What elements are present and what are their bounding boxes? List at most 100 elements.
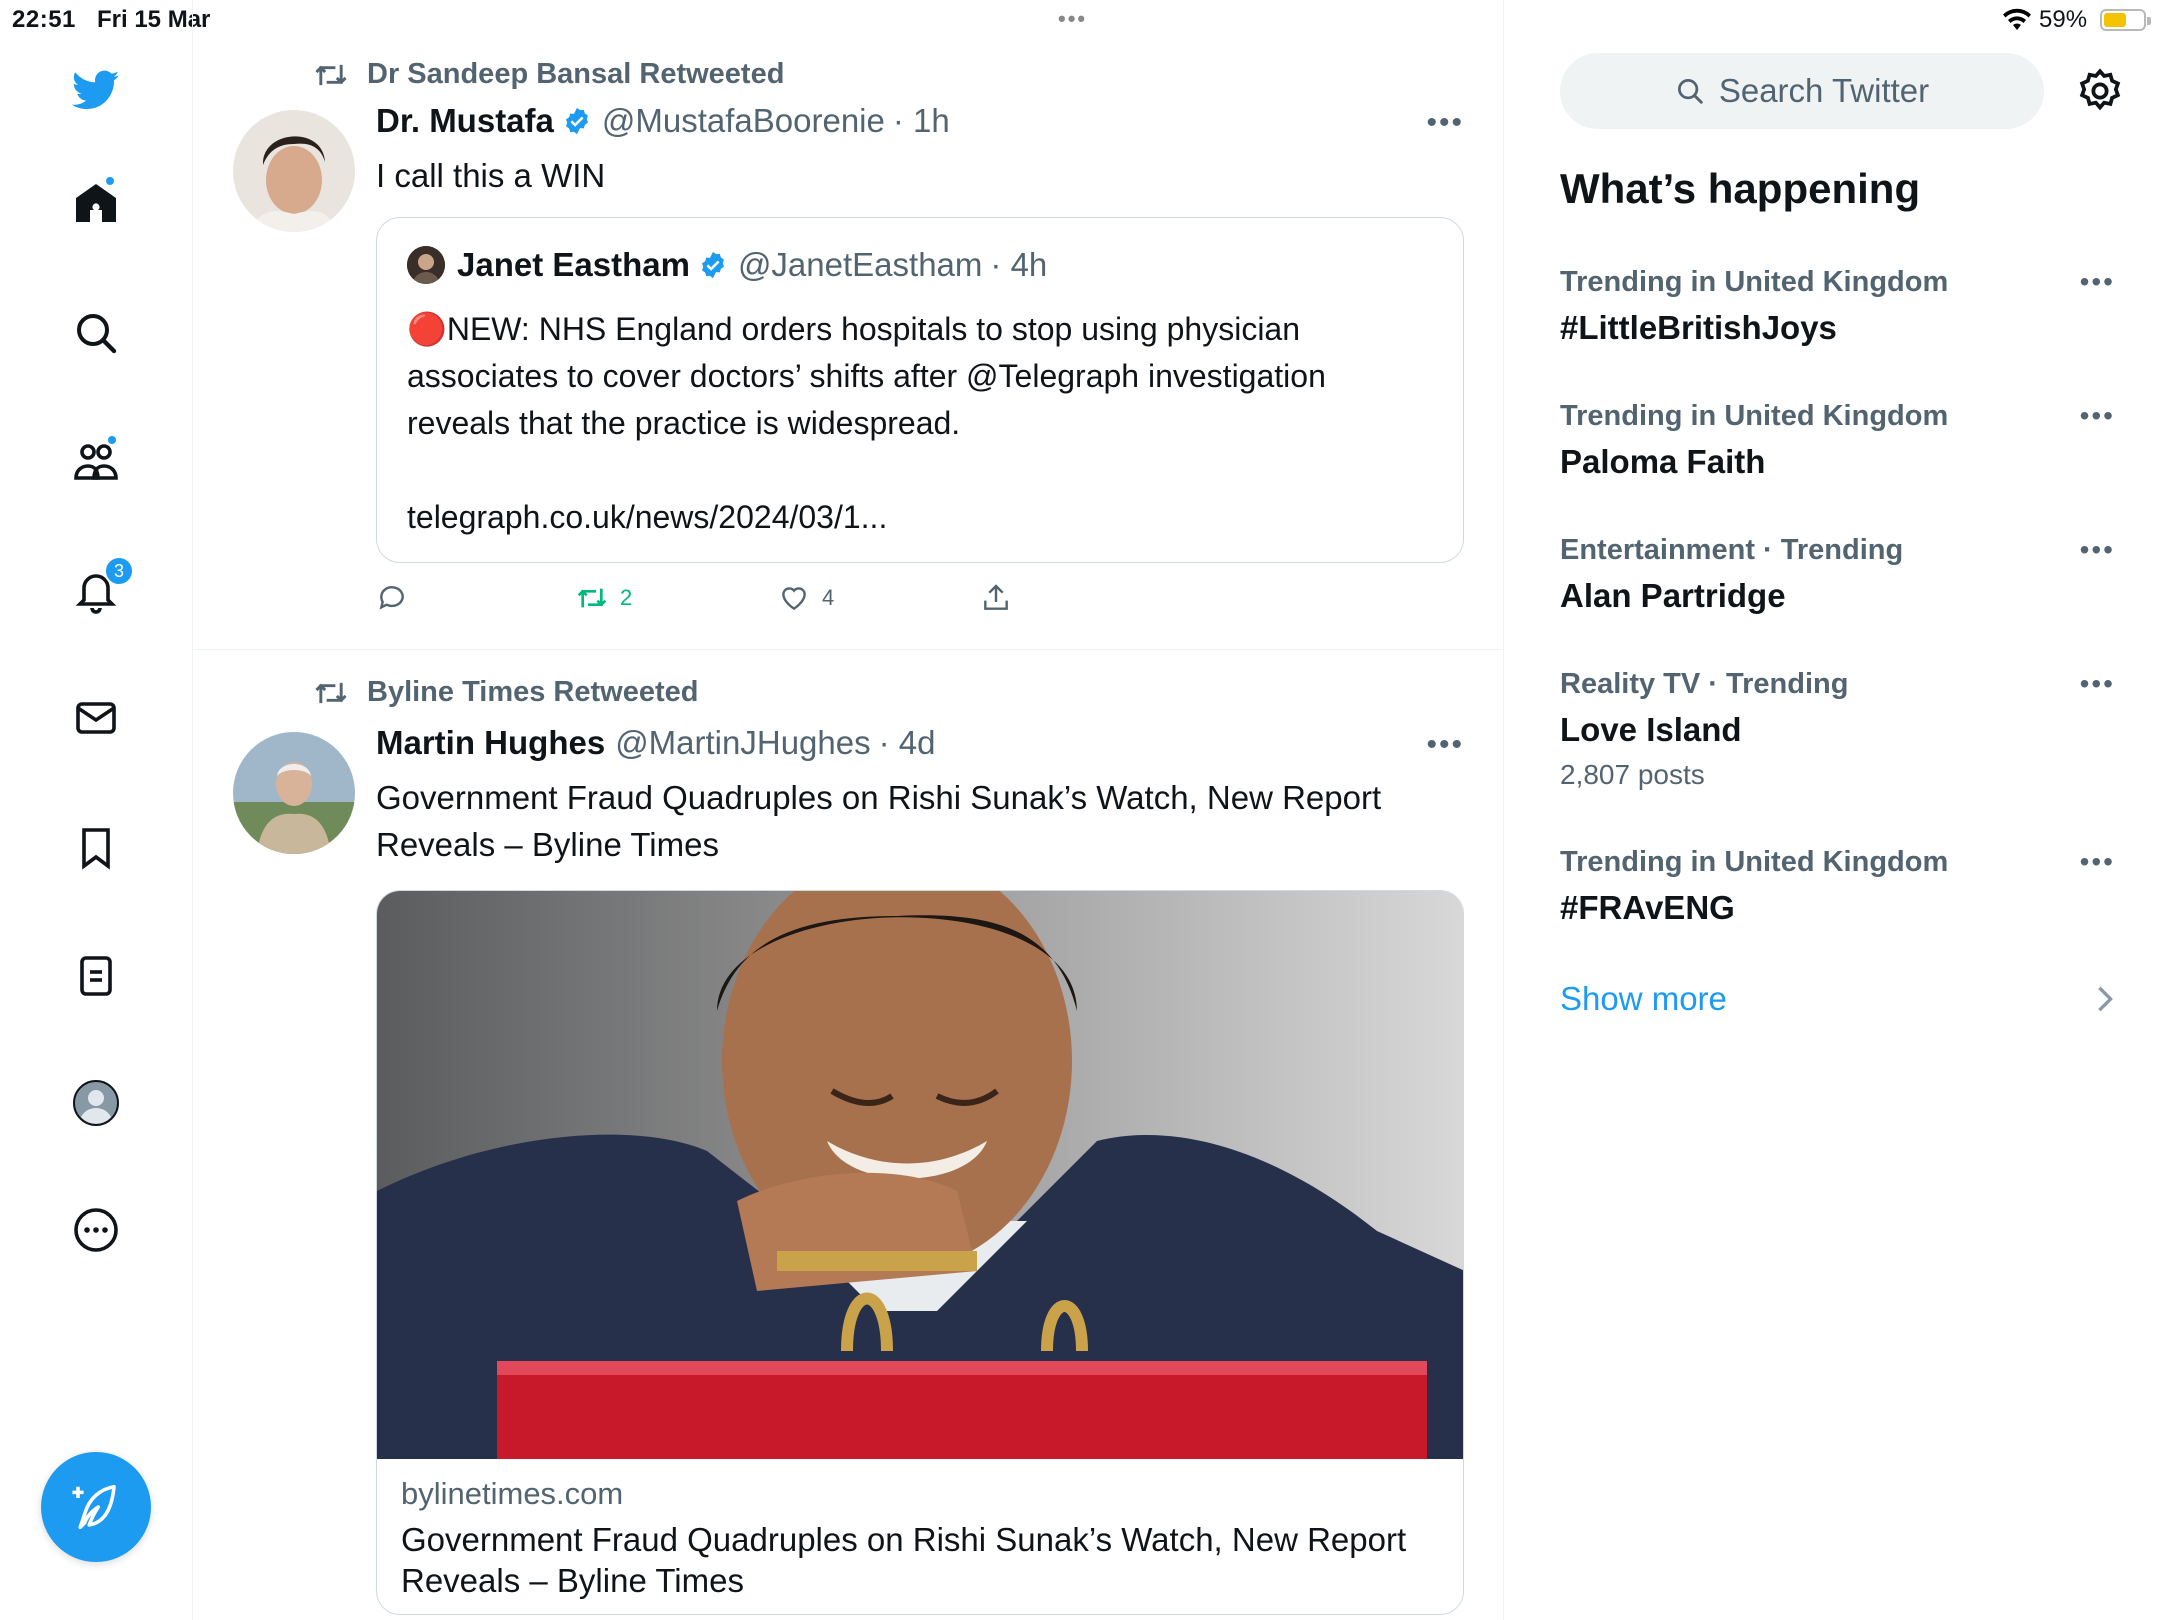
author-name[interactable]: Dr. Mustafa xyxy=(376,102,554,140)
tweet-more-icon[interactable]: ••• xyxy=(1426,106,1464,140)
author-handle[interactable]: @MartinJHughes xyxy=(615,724,870,762)
share-button[interactable] xyxy=(980,582,1012,614)
more-icon[interactable] xyxy=(66,1200,126,1260)
right-sidebar: Search Twitter What’s happening Trending… xyxy=(1505,0,2160,1620)
trend-item[interactable]: Trending in United Kingdom #LittleBritis… xyxy=(1560,266,2115,347)
trend-item[interactable]: Reality TV · Trending Love Island 2,807 … xyxy=(1560,668,2115,791)
compose-tweet-button[interactable] xyxy=(41,1452,151,1562)
search-input[interactable]: Search Twitter xyxy=(1560,53,2044,129)
home-timeline: Dr Sandeep Bansal Retweeted Dr. Mustafa … xyxy=(193,0,1504,1620)
tweet-text: I call this a WIN xyxy=(376,157,606,194)
retweet-count: 2 xyxy=(620,585,633,610)
mail-icon[interactable] xyxy=(66,688,126,748)
tweet-text-line: Reveals – Byline Times xyxy=(376,826,719,863)
notification-count-badge: 3 xyxy=(104,556,134,586)
trend-topic: #LittleBritishJoys xyxy=(1560,309,1837,346)
trend-item[interactable]: Trending in United Kingdom #FRAvENG ••• xyxy=(1560,846,2115,927)
search-icon[interactable] xyxy=(66,303,126,363)
quoted-text-line: reveals that the practice is widespread. xyxy=(407,405,961,441)
tweet-time[interactable]: · 4d xyxy=(879,724,936,762)
twitter-logo-icon[interactable] xyxy=(66,60,126,120)
like-count: 4 xyxy=(822,585,835,610)
trend-context: Trending in United Kingdom xyxy=(1560,400,1949,432)
link-card[interactable]: bylinetimes.com Government Fraud Quadrup… xyxy=(376,890,1464,1615)
trend-item[interactable]: Entertainment · Trending Alan Partridge … xyxy=(1560,534,2115,615)
tweet[interactable]: Byline Times Retweeted Martin Hughes @Ma… xyxy=(193,650,1504,1620)
bell-icon[interactable]: 3 xyxy=(66,556,134,620)
retweet-icon xyxy=(315,64,347,85)
tweet-actions: 2 4 xyxy=(376,582,1076,622)
link-card-title-line: Reveals – Byline Times xyxy=(401,1562,744,1599)
left-navigation: 3 xyxy=(0,0,193,1620)
trend-topic: Paloma Faith xyxy=(1560,443,1766,480)
tweet-time[interactable]: · 1h xyxy=(893,102,950,140)
trend-context: Trending in United Kingdom xyxy=(1560,846,1949,878)
trend-post-count: 2,807 posts xyxy=(1560,759,1705,790)
retweet-button[interactable]: 2 xyxy=(576,582,632,614)
trend-more-icon[interactable]: ••• xyxy=(2080,266,2115,298)
link-card-title: Government Fraud Quadruples on Rishi Sun… xyxy=(401,1519,1441,1601)
quoted-text-line: associates to cover doctors’ shifts afte… xyxy=(407,358,1326,394)
quoted-avatar xyxy=(407,246,445,284)
lists-icon[interactable] xyxy=(66,946,126,1006)
share-icon xyxy=(984,584,1008,610)
chevron-right-icon[interactable] xyxy=(2095,986,2115,1012)
link-card-image xyxy=(377,891,1463,1459)
trend-topic: Love Island xyxy=(1560,711,1742,748)
tweet[interactable]: Dr Sandeep Bansal Retweeted Dr. Mustafa … xyxy=(193,50,1504,650)
heart-icon xyxy=(782,587,806,611)
trend-item[interactable]: Trending in United Kingdom Paloma Faith … xyxy=(1560,400,2115,481)
verified-badge-icon xyxy=(701,251,724,279)
trend-topic: Alan Partridge xyxy=(1560,577,1786,614)
retweet-icon xyxy=(315,682,347,703)
link-card-domain: bylinetimes.com xyxy=(401,1476,624,1511)
quoted-text-line: 🔴NEW: NHS England orders hospitals to st… xyxy=(407,311,1301,347)
communities-unread-dot xyxy=(106,434,118,446)
link-card-title-line: Government Fraud Quadruples on Rishi Sun… xyxy=(401,1521,1407,1558)
trend-more-icon[interactable]: ••• xyxy=(2080,846,2115,878)
tweet-text: Government Fraud Quadruples on Rishi Sun… xyxy=(376,774,1381,868)
tweet-text-line: Government Fraud Quadruples on Rishi Sun… xyxy=(376,779,1382,816)
home-icon[interactable] xyxy=(66,173,126,233)
retweeted-by-label: Byline Times Retweeted xyxy=(367,676,699,708)
trend-topic: #FRAvENG xyxy=(1560,889,1735,926)
whats-happening-title: What’s happening xyxy=(1560,165,1921,212)
retweet-context: Byline Times Retweeted xyxy=(313,676,698,709)
avatar[interactable] xyxy=(233,732,355,854)
quoted-author-name: Janet Eastham xyxy=(457,246,690,283)
quoted-tweet-header: Janet Eastham @JanetEastham · 4h xyxy=(407,246,1047,284)
reply-icon xyxy=(379,586,404,610)
tweet-more-icon[interactable]: ••• xyxy=(1426,728,1464,762)
like-button[interactable]: 4 xyxy=(778,582,834,614)
trend-more-icon[interactable]: ••• xyxy=(2080,534,2115,566)
retweeted-by-label: Dr Sandeep Bansal Retweeted xyxy=(367,58,785,90)
trend-more-icon[interactable]: ••• xyxy=(2080,668,2115,700)
trend-context: Reality TV · Trending xyxy=(1560,668,1849,700)
show-more-link[interactable]: Show more xyxy=(1560,980,1727,1018)
reply-button[interactable] xyxy=(376,582,408,614)
settings-gear-icon[interactable] xyxy=(2075,66,2125,116)
trend-context: Entertainment · Trending xyxy=(1560,534,1904,566)
search-placeholder: Search Twitter xyxy=(1718,72,1930,109)
author-handle[interactable]: @MustafaBoorenie xyxy=(602,102,885,140)
tweet-header: Dr. Mustafa @MustafaBoorenie · 1h xyxy=(376,102,950,140)
author-name[interactable]: Martin Hughes xyxy=(376,724,605,762)
retweet-context: Dr Sandeep Bansal Retweeted xyxy=(313,58,784,91)
search-icon xyxy=(1677,79,1703,104)
retweet-icon xyxy=(577,588,607,608)
quoted-author-handle: @JanetEastham xyxy=(737,246,983,283)
verified-badge-icon xyxy=(565,107,588,135)
quoted-tweet-text: 🔴NEW: NHS England orders hospitals to st… xyxy=(407,306,1437,541)
quoted-link[interactable]: telegraph.co.uk/news/2024/03/1... xyxy=(407,494,1437,541)
profile-icon[interactable] xyxy=(66,1073,126,1133)
quoted-tweet-time: · 4h xyxy=(990,246,1048,283)
avatar[interactable] xyxy=(233,110,355,232)
trend-more-icon[interactable]: ••• xyxy=(2080,400,2115,432)
bookmark-icon[interactable] xyxy=(66,818,126,878)
tweet-header: Martin Hughes @MartinJHughes · 4d xyxy=(376,724,936,762)
home-unread-dot xyxy=(104,175,116,187)
quoted-tweet[interactable]: Janet Eastham @JanetEastham · 4h 🔴NEW: N… xyxy=(376,217,1464,563)
feather-icon xyxy=(72,1484,116,1530)
trend-context: Trending in United Kingdom xyxy=(1560,266,1949,298)
communities-icon[interactable] xyxy=(66,432,126,492)
